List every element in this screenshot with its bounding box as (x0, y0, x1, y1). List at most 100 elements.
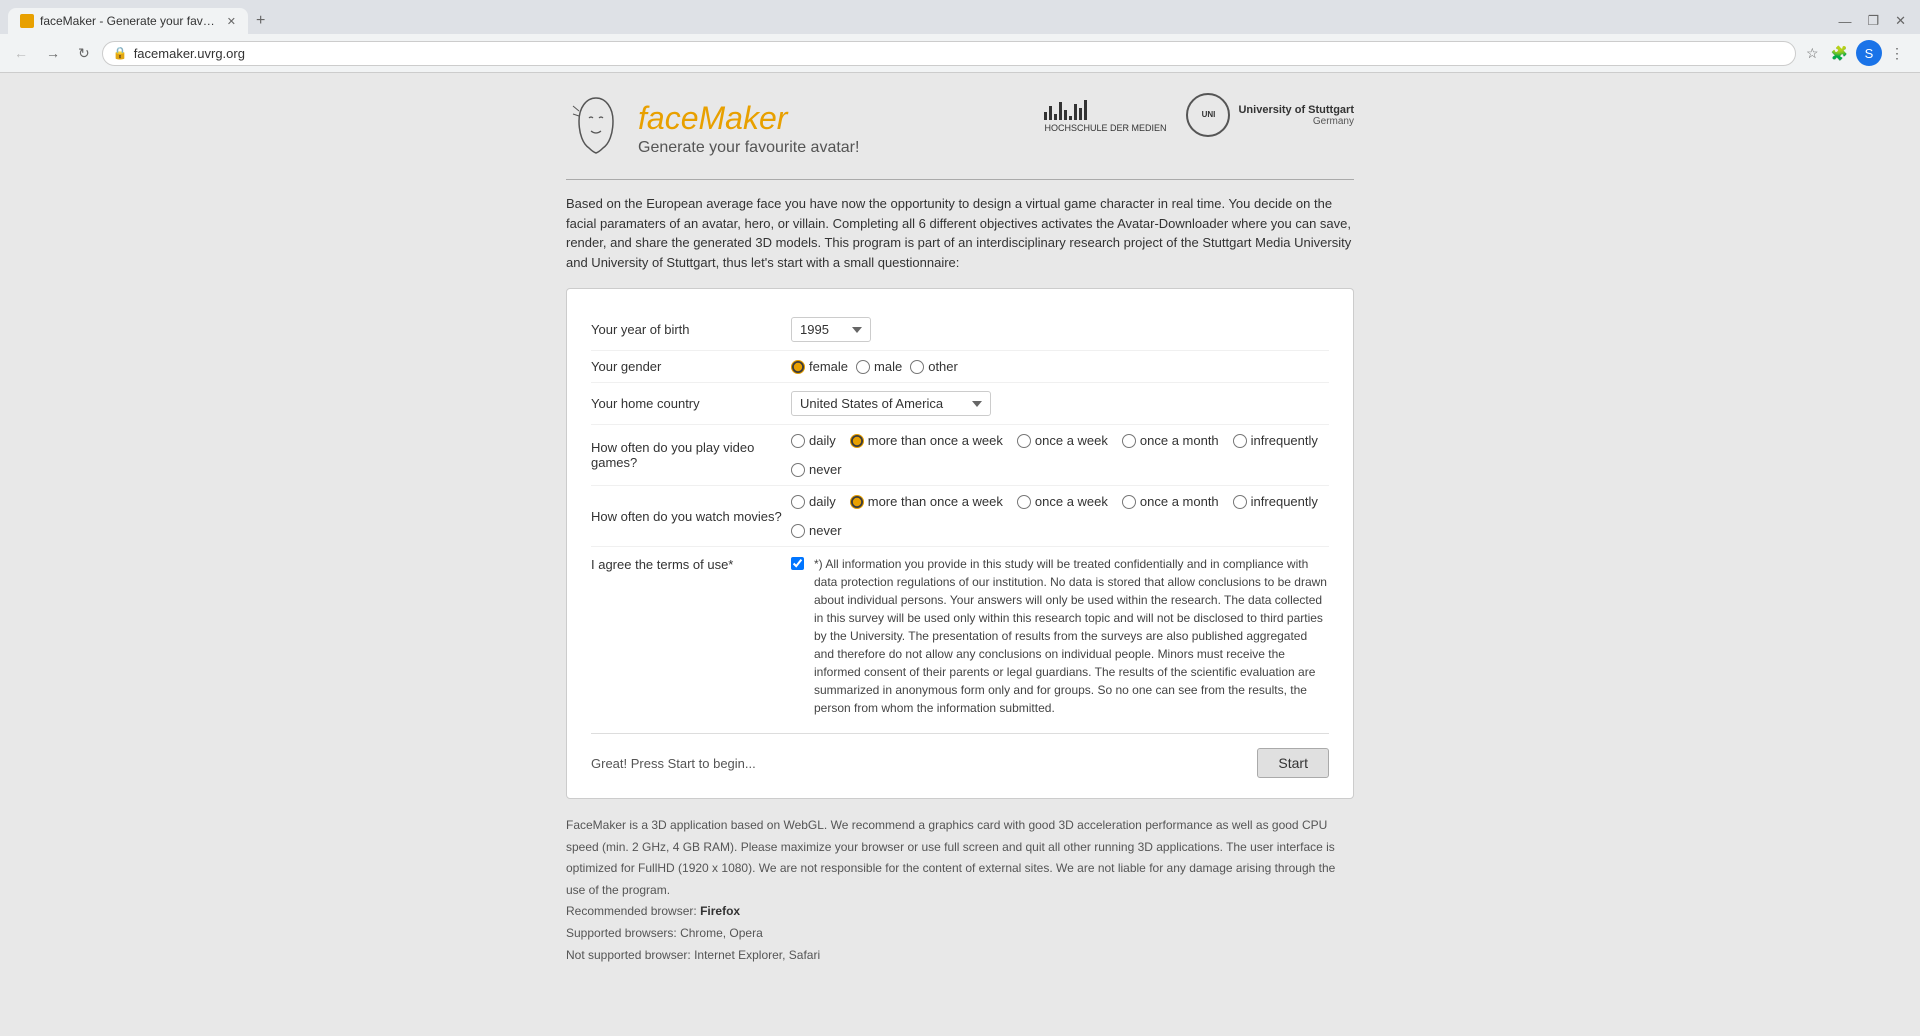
extensions-icon[interactable]: 🧩 (1827, 43, 1852, 64)
mv-never-radio[interactable] (791, 524, 805, 538)
vg-infrequently-radio[interactable] (1233, 434, 1247, 448)
active-tab[interactable]: faceMaker - Generate your favo... ✕ (8, 8, 248, 34)
hdm-name: HOCHSCHULE DER MEDIEN (1044, 123, 1166, 133)
hdm-bar-5 (1064, 110, 1067, 120)
movies-row: How often do you watch movies? daily mor… (591, 485, 1329, 546)
terms-checkbox[interactable] (791, 557, 804, 570)
tab-close-button[interactable]: ✕ (227, 15, 236, 28)
gender-female-label: female (809, 359, 848, 374)
vg-never-label: never (809, 462, 842, 477)
tab-actions: — ❐ ✕ (1832, 11, 1920, 31)
terms-label: I agree the terms of use* (591, 557, 733, 572)
hdm-bars-icon (1044, 98, 1166, 120)
forward-button[interactable]: → (40, 41, 66, 65)
mv-never-option[interactable]: never (791, 523, 842, 538)
page-header: faceMaker Generate your favourite avatar… (566, 93, 1354, 163)
intro-paragraph: Based on the European average face you h… (566, 194, 1354, 272)
birth-year-select[interactable]: 1990 1991 1992 1993 1994 1995 1996 1997 … (791, 317, 871, 342)
back-button[interactable]: ← (8, 41, 34, 65)
gender-male-label: male (874, 359, 902, 374)
terms-checkbox-cell (791, 555, 804, 570)
video-games-row: How often do you play video games? daily… (591, 424, 1329, 485)
hdm-bar-4 (1059, 102, 1062, 120)
mv-infrequently-option[interactable]: infrequently (1233, 494, 1318, 509)
tab-bar: faceMaker - Generate your favo... ✕ + — … (0, 0, 1920, 34)
vg-never-radio[interactable] (791, 463, 805, 477)
mv-once-week-label: once a week (1035, 494, 1108, 509)
close-window-button[interactable]: ✕ (1889, 11, 1912, 31)
tab-favicon (20, 14, 34, 28)
mv-once-week-option[interactable]: once a week (1017, 494, 1108, 509)
supported-browsers-line: Supported browsers: Chrome, Opera (566, 923, 1354, 945)
gender-control: female male other (791, 359, 1329, 374)
mv-once-week-radio[interactable] (1017, 495, 1031, 509)
bottom-info-text: FaceMaker is a 3D application based on W… (566, 815, 1354, 901)
hdm-bar-2 (1049, 106, 1052, 120)
country-select[interactable]: United States of America Germany United … (791, 391, 991, 416)
gender-female-option[interactable]: female (791, 359, 848, 374)
bookmark-icon[interactable]: ☆ (1802, 43, 1823, 64)
uni-stuttgart-logo: UNI University of Stuttgart Germany (1186, 93, 1354, 137)
vg-more-than-once-week-option[interactable]: more than once a week (850, 433, 1003, 448)
minimize-button[interactable]: — (1832, 12, 1857, 31)
recommended-browser-label: Recommended browser: (566, 904, 697, 918)
url-bar[interactable]: 🔒 facemaker.uvrg.org (102, 41, 1796, 66)
gender-row: Your gender female male other (591, 350, 1329, 382)
bottom-info: FaceMaker is a 3D application based on W… (566, 815, 1354, 966)
hdm-bar-7 (1074, 104, 1077, 120)
browser-chrome: faceMaker - Generate your favo... ✕ + — … (0, 0, 1920, 73)
mv-infrequently-label: infrequently (1251, 494, 1318, 509)
video-games-label: How often do you play video games? (591, 440, 791, 470)
vg-once-week-option[interactable]: once a week (1017, 433, 1108, 448)
terms-text-cell: *) All information you provide in this s… (814, 555, 1329, 717)
mv-daily-radio[interactable] (791, 495, 805, 509)
recommended-browser-line: Recommended browser: Firefox (566, 901, 1354, 923)
logo-title-italic: face (638, 100, 698, 136)
terms-text: *) All information you provide in this s… (814, 555, 1329, 717)
gender-other-option[interactable]: other (910, 359, 958, 374)
gender-male-radio[interactable] (856, 360, 870, 374)
gender-female-radio[interactable] (791, 360, 805, 374)
vg-infrequently-option[interactable]: infrequently (1233, 433, 1318, 448)
start-button[interactable]: Start (1257, 748, 1329, 778)
tab-title: faceMaker - Generate your favo... (40, 14, 217, 28)
mv-once-month-radio[interactable] (1122, 495, 1136, 509)
gender-other-radio[interactable] (910, 360, 924, 374)
logo-area: faceMaker Generate your favourite avatar… (566, 93, 859, 163)
mv-more-than-once-week-option[interactable]: more than once a week (850, 494, 1003, 509)
logo-title-plain: Maker (698, 100, 787, 136)
reload-button[interactable]: ↻ (72, 41, 96, 66)
hdm-bar-3 (1054, 114, 1057, 120)
mv-once-month-option[interactable]: once a month (1122, 494, 1219, 509)
birth-year-label: Your year of birth (591, 322, 791, 337)
country-label: Your home country (591, 396, 791, 411)
url-text: facemaker.uvrg.org (134, 46, 1785, 61)
profile-button[interactable]: S (1856, 40, 1882, 66)
vg-never-option[interactable]: never (791, 462, 842, 477)
vg-daily-radio[interactable] (791, 434, 805, 448)
header-divider (566, 179, 1354, 180)
mv-never-label: never (809, 523, 842, 538)
mv-daily-option[interactable]: daily (791, 494, 836, 509)
gender-label: Your gender (591, 359, 791, 374)
vg-once-month-radio[interactable] (1122, 434, 1136, 448)
mv-infrequently-radio[interactable] (1233, 495, 1247, 509)
movies-control: daily more than once a week once a week … (791, 494, 1329, 538)
footer-message: Great! Press Start to begin... (591, 756, 756, 771)
vg-more-than-once-week-radio[interactable] (850, 434, 864, 448)
vg-daily-option[interactable]: daily (791, 433, 836, 448)
not-supported-browsers-value: Internet Explorer, Safari (694, 948, 820, 962)
menu-button[interactable]: ⋮ (1886, 43, 1908, 64)
new-tab-button[interactable]: + (248, 8, 273, 34)
vg-once-month-option[interactable]: once a month (1122, 433, 1219, 448)
birth-year-control: 1990 1991 1992 1993 1994 1995 1996 1997 … (791, 317, 1329, 342)
address-bar-actions: ☆ 🧩 S ⋮ (1802, 40, 1912, 66)
restore-button[interactable]: ❐ (1861, 11, 1885, 31)
hdm-bar-9 (1084, 100, 1087, 120)
vg-once-week-radio[interactable] (1017, 434, 1031, 448)
mv-more-than-once-week-radio[interactable] (850, 495, 864, 509)
not-supported-browsers-label: Not supported browser: (566, 948, 691, 962)
page-content: faceMaker Generate your favourite avatar… (0, 73, 1920, 1036)
gender-male-option[interactable]: male (856, 359, 902, 374)
logo-face-image (566, 93, 626, 163)
